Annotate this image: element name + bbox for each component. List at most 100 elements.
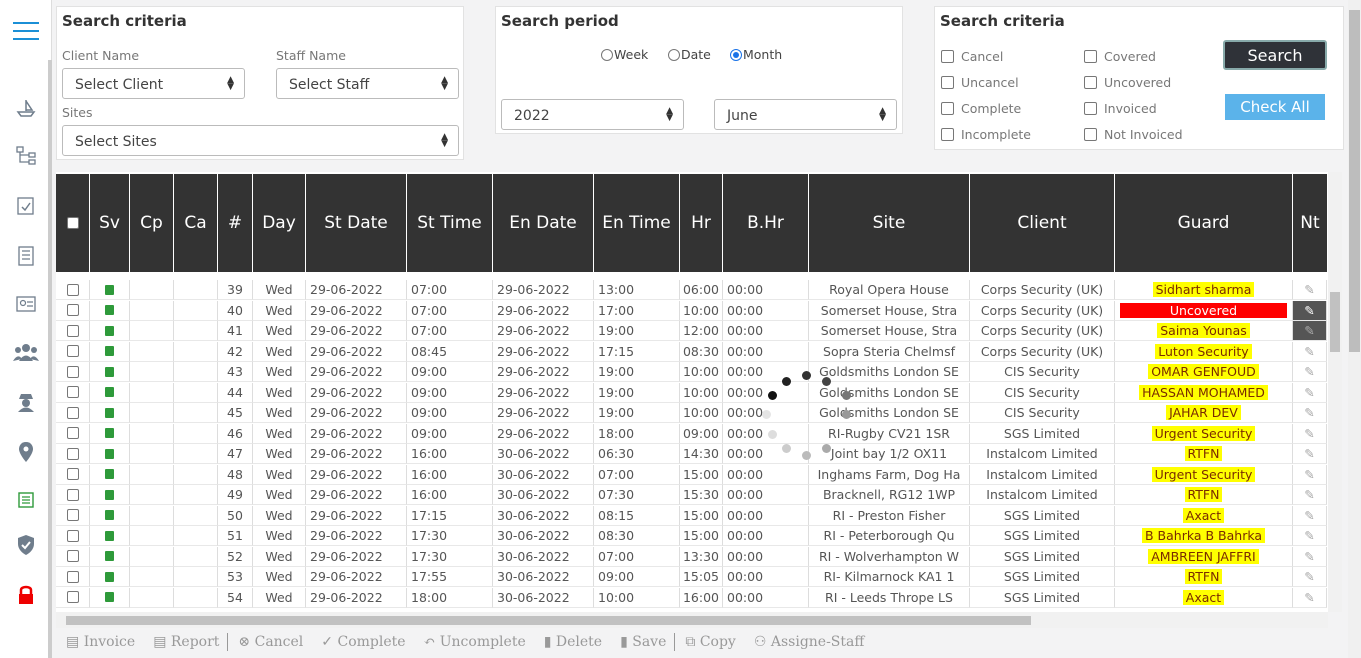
edit-note-icon[interactable]: ✎ bbox=[1293, 526, 1327, 546]
checklist-icon[interactable] bbox=[0, 186, 52, 226]
save-icon[interactable] bbox=[105, 346, 114, 356]
radio-month[interactable]: Month bbox=[730, 47, 782, 62]
row-select[interactable] bbox=[56, 464, 90, 485]
header-number[interactable]: # bbox=[218, 174, 253, 272]
radio-circle[interactable] bbox=[601, 48, 613, 61]
checkbox-box[interactable] bbox=[941, 102, 954, 115]
table-row[interactable]: 45 Wed 29-06-2022 09:00 29-06-2022 19:00 10:00… bbox=[56, 403, 1327, 423]
row-save[interactable] bbox=[90, 546, 130, 567]
row-select[interactable] bbox=[56, 403, 90, 423]
table-horizontal-scrollbar[interactable] bbox=[56, 612, 1328, 628]
radio-circle[interactable] bbox=[668, 48, 680, 61]
row-select[interactable] bbox=[56, 280, 90, 300]
row-checkbox[interactable] bbox=[66, 529, 79, 542]
users-icon[interactable] bbox=[0, 332, 52, 372]
table-row[interactable]: 54 Wed 29-06-2022 18:00 30-06-2022 10:00 16:00… bbox=[56, 587, 1327, 608]
org-chart-icon[interactable] bbox=[0, 136, 52, 176]
guard-name[interactable]: Axact bbox=[1182, 507, 1225, 523]
row-save[interactable] bbox=[90, 300, 130, 321]
report-button[interactable]: ▤ Report bbox=[153, 634, 219, 650]
edit-note-icon[interactable]: ✎ bbox=[1293, 567, 1327, 587]
header-nt[interactable]: Nt bbox=[1293, 174, 1327, 272]
table-row[interactable]: 47 Wed 29-06-2022 16:00 30-06-2022 06:30 14:30… bbox=[56, 444, 1327, 464]
header-st-date[interactable]: St Date bbox=[306, 174, 407, 272]
row-checkbox[interactable] bbox=[66, 570, 79, 583]
edit-note-icon[interactable]: ✎ bbox=[1293, 300, 1327, 321]
row-checkbox[interactable] bbox=[66, 283, 79, 296]
select-all-checkbox[interactable] bbox=[66, 217, 79, 229]
checkbox-box[interactable] bbox=[1084, 102, 1097, 115]
scroll-thumb[interactable] bbox=[1349, 10, 1360, 352]
table-row[interactable]: 40 Wed 29-06-2022 07:00 29-06-2022 17:00 10:00… bbox=[56, 300, 1327, 321]
row-save[interactable] bbox=[90, 423, 130, 444]
staff-select[interactable]: Select Staff ▲ ▼ bbox=[276, 68, 459, 99]
row-select[interactable] bbox=[56, 587, 90, 608]
edit-note-icon[interactable]: ✎ bbox=[1293, 341, 1327, 362]
hamburger-menu-icon[interactable] bbox=[13, 22, 39, 40]
row-select[interactable] bbox=[56, 546, 90, 567]
save-icon[interactable] bbox=[105, 489, 114, 500]
save-icon[interactable] bbox=[105, 407, 114, 418]
uncomplete-button[interactable]: ↶ Uncomplete bbox=[424, 634, 526, 650]
row-select[interactable] bbox=[56, 382, 90, 403]
checkbox-box[interactable] bbox=[941, 50, 954, 63]
table-row[interactable]: 46 Wed 29-06-2022 09:00 29-06-2022 18:00 09:00… bbox=[56, 423, 1327, 444]
header-st-time[interactable]: St Time bbox=[407, 174, 493, 272]
checkbox-uncovered[interactable]: Uncovered bbox=[1084, 75, 1171, 90]
guard-name[interactable]: AMBREEN JAFFRI bbox=[1148, 548, 1259, 564]
row-save[interactable] bbox=[90, 587, 130, 608]
table-vertical-scrollbar[interactable] bbox=[1328, 172, 1342, 612]
row-select[interactable] bbox=[56, 321, 90, 341]
row-save[interactable] bbox=[90, 382, 130, 403]
row-checkbox[interactable] bbox=[66, 550, 79, 562]
checkbox-complete[interactable]: Complete bbox=[941, 101, 1021, 116]
checkbox-box[interactable] bbox=[1084, 128, 1097, 141]
guard-name[interactable]: Luton Security bbox=[1155, 343, 1252, 359]
row-checkbox[interactable] bbox=[66, 468, 79, 480]
save-icon[interactable] bbox=[105, 284, 114, 295]
row-select[interactable] bbox=[56, 341, 90, 362]
year-select[interactable]: 2022 ▲ ▼ bbox=[501, 99, 684, 130]
table-row[interactable]: 39 Wed 29-06-2022 07:00 29-06-2022 13:00 06:00… bbox=[56, 280, 1327, 300]
complete-button[interactable]: ✓ Complete bbox=[321, 634, 405, 650]
edit-note-icon[interactable]: ✎ bbox=[1293, 382, 1327, 403]
save-icon[interactable] bbox=[105, 530, 114, 541]
row-save[interactable] bbox=[90, 567, 130, 587]
checkbox-box[interactable] bbox=[941, 76, 954, 89]
edit-note-icon[interactable]: ✎ bbox=[1293, 280, 1327, 300]
header-en-date[interactable]: En Date bbox=[493, 174, 594, 272]
save-icon[interactable] bbox=[105, 571, 114, 582]
checkbox-incomplete[interactable]: Incomplete bbox=[941, 127, 1031, 142]
row-select[interactable] bbox=[56, 526, 90, 546]
save-icon[interactable] bbox=[105, 592, 114, 602]
guard-name[interactable]: B Bahrka B Bahrka bbox=[1141, 528, 1266, 543]
save-icon[interactable] bbox=[105, 510, 114, 520]
id-card-icon[interactable] bbox=[0, 284, 52, 324]
row-checkbox[interactable] bbox=[66, 427, 79, 439]
row-select[interactable] bbox=[56, 300, 90, 321]
save-icon[interactable] bbox=[105, 305, 114, 315]
edit-note-icon[interactable]: ✎ bbox=[1293, 423, 1327, 444]
save-icon[interactable] bbox=[105, 387, 114, 397]
row-select[interactable] bbox=[56, 423, 90, 444]
table-row[interactable]: 44 Wed 29-06-2022 09:00 29-06-2022 19:00 10:00… bbox=[56, 382, 1327, 403]
checkbox-uncancel[interactable]: Uncancel bbox=[941, 75, 1019, 90]
schedule-icon[interactable] bbox=[0, 480, 52, 520]
guard-name[interactable]: Saima Younas bbox=[1157, 323, 1250, 338]
checkbox-not-invoiced[interactable]: Not Invoiced bbox=[1084, 127, 1183, 142]
header-en-time[interactable]: En Time bbox=[594, 174, 680, 272]
search-button[interactable]: Search bbox=[1223, 40, 1327, 70]
row-save[interactable] bbox=[90, 505, 130, 526]
header-ca[interactable]: Ca bbox=[174, 174, 218, 272]
checkbox-box[interactable] bbox=[1084, 76, 1097, 89]
row-checkbox[interactable] bbox=[66, 406, 79, 419]
cancel-button[interactable]: ⊗ Cancel bbox=[238, 634, 303, 650]
row-checkbox[interactable] bbox=[66, 447, 79, 460]
guard-name[interactable]: Axact bbox=[1182, 589, 1225, 605]
row-save[interactable] bbox=[90, 403, 130, 423]
header-select-all[interactable] bbox=[56, 174, 90, 272]
guard-name[interactable]: Sidhart sharma bbox=[1152, 282, 1255, 297]
row-checkbox[interactable] bbox=[66, 324, 79, 337]
checkbox-covered[interactable]: Covered bbox=[1084, 49, 1156, 64]
assign-staff-button[interactable]: ⚇ Assigne-Staff bbox=[754, 634, 864, 650]
